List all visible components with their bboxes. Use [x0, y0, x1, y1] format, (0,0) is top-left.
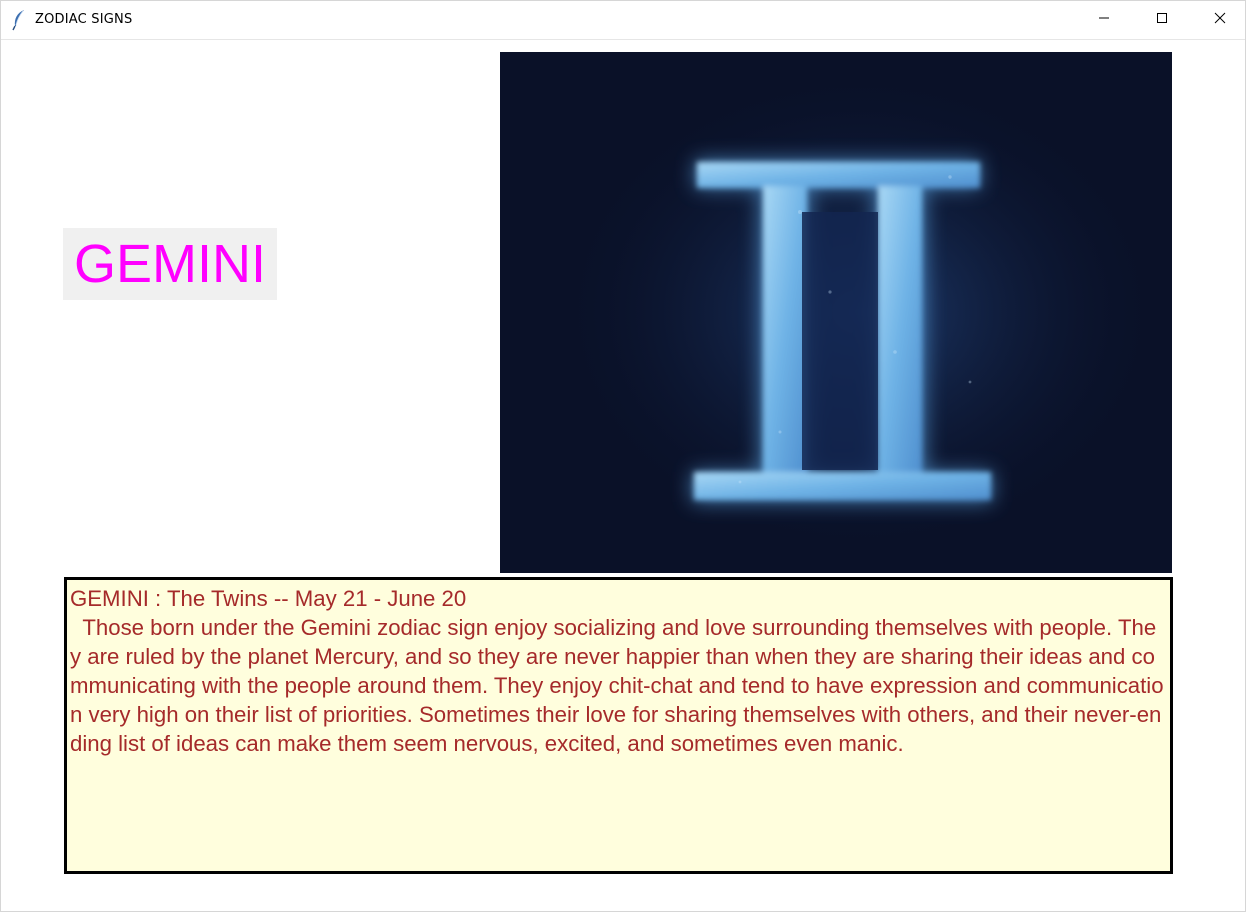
minimize-icon — [1098, 11, 1110, 29]
window-title: ZODIAC SIGNS — [35, 12, 133, 27]
gemini-symbol-icon — [500, 52, 1172, 573]
description-text-box[interactable]: GEMINI : The Twins -- May 21 - June 20 T… — [64, 577, 1173, 874]
close-icon — [1214, 11, 1226, 29]
maximize-icon — [1156, 11, 1168, 29]
app-window: ZODIAC SIGNS GEMINI GEMINI: The Twins -… — [0, 0, 1246, 912]
main-content: GEMINI GEMINI: The Twins -- May 21 - Ju… — [1, 40, 1245, 911]
maximize-button[interactable] — [1133, 1, 1191, 39]
sign-name-label: GEMINI — [63, 228, 277, 300]
minimize-button[interactable] — [1075, 1, 1133, 39]
sign-image — [500, 52, 1172, 573]
feather-icon — [11, 9, 27, 31]
close-button[interactable] — [1191, 1, 1246, 39]
title-bar[interactable]: ZODIAC SIGNS — [1, 1, 1245, 40]
